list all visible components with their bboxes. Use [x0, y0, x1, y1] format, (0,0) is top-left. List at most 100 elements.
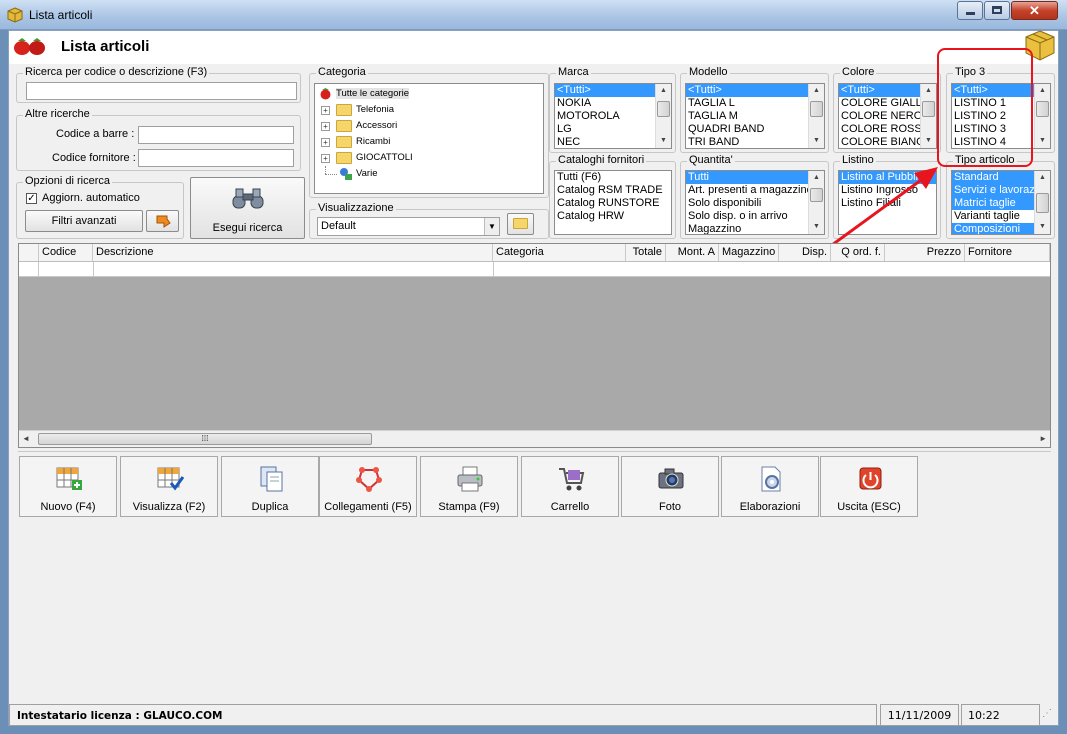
column-header-mont-a[interactable]: Mont. A — [666, 244, 719, 261]
expand-icon[interactable]: + — [321, 106, 330, 115]
cataloghi-label: Cataloghi fornitori — [556, 154, 647, 166]
list-item[interactable]: Tutti (F6) — [555, 171, 671, 184]
view-select[interactable]: Default ▼ — [317, 217, 500, 236]
processing-button-label: Elaborazioni — [739, 501, 801, 513]
expand-icon[interactable]: + — [321, 138, 330, 147]
list-item[interactable]: LG — [555, 123, 671, 136]
list-item[interactable]: Catalog RSM TRADE — [555, 184, 671, 197]
list-item[interactable]: NOKIA — [555, 97, 671, 110]
arrow-action-button[interactable] — [146, 210, 179, 232]
expand-icon[interactable]: + — [321, 122, 330, 131]
grid-new-row[interactable] — [19, 262, 1050, 277]
grid-row-selector[interactable] — [19, 262, 39, 277]
close-button[interactable]: ✕ — [1011, 1, 1058, 20]
scroll-down-icon[interactable]: ▼ — [1035, 220, 1050, 234]
grid-check-icon — [157, 467, 185, 491]
colore-list[interactable]: <Tutti> COLORE GIALLO COLORE NERO COLORE… — [838, 83, 937, 149]
list-item[interactable]: TAGLIA M — [686, 110, 824, 123]
vertical-scrollbar[interactable]: ▲ ▼ — [808, 84, 824, 148]
minimize-button[interactable] — [957, 1, 983, 20]
marca-list[interactable]: <Tutti> NOKIA MOTOROLA LG NEC ▲ ▼ — [554, 83, 672, 149]
column-header-magazzino[interactable]: Magazzino — [719, 244, 779, 261]
scroll-right-icon[interactable]: ► — [1039, 434, 1047, 443]
articles-grid[interactable]: Codice Descrizione Categoria Totale Mont… — [18, 243, 1051, 448]
tree-line — [325, 174, 337, 175]
open-folder-button[interactable] — [507, 213, 534, 235]
photo-button[interactable]: Foto — [621, 456, 719, 517]
scroll-up-icon[interactable]: ▲ — [1035, 171, 1050, 185]
new-button[interactable]: Nuovo (F4) — [19, 456, 117, 517]
list-item[interactable]: QUADRI BAND — [686, 123, 824, 136]
tree-item-label: Ricambi — [356, 136, 391, 147]
run-search-button[interactable]: Esegui ricerca — [190, 177, 305, 239]
resize-grip-icon[interactable]: ⋰ — [1042, 709, 1056, 723]
scroll-thumb[interactable] — [657, 101, 670, 117]
list-item[interactable]: Catalog HRW — [555, 210, 671, 223]
tipo-articolo-list[interactable]: Standard Servizi e lavorazioni Matrici t… — [951, 170, 1051, 235]
list-item[interactable]: MOTOROLA — [555, 110, 671, 123]
modello-list[interactable]: <Tutti> TAGLIA L TAGLIA M QUADRI BAND TR… — [685, 83, 825, 149]
window-titlebar[interactable]: Lista articoli ✕ — [0, 0, 1067, 30]
search-input[interactable] — [26, 82, 297, 100]
column-header-descrizione[interactable]: Descrizione — [93, 244, 493, 261]
scroll-down-icon[interactable]: ▼ — [1035, 134, 1050, 148]
horizontal-scrollbar[interactable]: ◄ ⁞⁞⁞ ► — [19, 430, 1050, 447]
vertical-scrollbar[interactable]: ▲ ▼ — [1034, 84, 1050, 148]
links-button[interactable]: Collegamenti (F5) — [319, 456, 417, 517]
duplicate-button[interactable]: Duplica — [221, 456, 319, 517]
run-search-label: Esegui ricerca — [212, 222, 283, 234]
expand-icon[interactable]: + — [321, 154, 330, 163]
cataloghi-list[interactable]: Tutti (F6) Catalog RSM TRADE Catalog RUN… — [554, 170, 672, 235]
scroll-up-icon[interactable]: ▲ — [809, 84, 824, 98]
scroll-thumb[interactable] — [922, 101, 935, 117]
list-item[interactable]: TRI BAND — [686, 136, 824, 148]
app-box-icon — [7, 7, 23, 23]
maximize-button[interactable] — [984, 1, 1010, 20]
column-header-codice[interactable]: Codice — [39, 244, 93, 261]
column-header-categoria[interactable]: Categoria — [493, 244, 626, 261]
processing-button[interactable]: Elaborazioni — [721, 456, 819, 517]
list-item[interactable]: Catalog RUNSTORE — [555, 197, 671, 210]
folder-icon — [513, 218, 528, 229]
list-item[interactable]: <Tutti> — [555, 84, 671, 97]
scroll-thumb[interactable] — [1036, 101, 1049, 117]
cart-button-label: Carrello — [550, 501, 590, 513]
column-header-totale[interactable]: Totale — [626, 244, 666, 261]
modello-label: Modello — [687, 66, 730, 78]
scroll-thumb[interactable] — [1036, 193, 1049, 213]
supplier-code-input[interactable] — [138, 149, 294, 167]
scroll-down-icon[interactable]: ▼ — [809, 134, 824, 148]
column-header-disp[interactable]: Disp. — [779, 244, 831, 261]
scroll-down-icon[interactable]: ▼ — [656, 134, 671, 148]
scroll-down-icon[interactable]: ▼ — [921, 134, 936, 148]
scroll-up-icon[interactable]: ▲ — [656, 84, 671, 98]
advanced-filters-button[interactable]: Filtri avanzati — [25, 210, 143, 232]
column-header-q-ord-f[interactable]: Q ord. f. — [831, 244, 885, 261]
category-tree[interactable]: Tutte le categorie + Telefonia + Accesso… — [314, 83, 544, 194]
list-item[interactable]: <Tutti> — [686, 84, 824, 97]
cart-button[interactable]: Carrello — [521, 456, 619, 517]
view-button[interactable]: Visualizza (F2) — [120, 456, 218, 517]
column-header-prezzo[interactable]: Prezzo — [885, 244, 965, 261]
folder-icon — [336, 104, 352, 116]
list-item[interactable]: NEC — [555, 136, 671, 148]
window-client: Lista articoli Ricerca per codice o desc… — [8, 30, 1059, 726]
scroll-left-icon[interactable]: ◄ — [22, 434, 30, 443]
scroll-thumb[interactable] — [810, 101, 823, 117]
scroll-up-icon[interactable]: ▲ — [1035, 84, 1050, 98]
auto-update-checkbox[interactable]: ✓ — [26, 193, 37, 204]
barcode-input[interactable] — [138, 126, 294, 144]
other-search-label: Altre ricerche — [23, 108, 92, 120]
scroll-up-icon[interactable]: ▲ — [921, 84, 936, 98]
list-item[interactable]: TAGLIA L — [686, 97, 824, 110]
print-button[interactable]: Stampa (F9) — [420, 456, 518, 517]
exit-button[interactable]: Uscita (ESC) — [820, 456, 918, 517]
vertical-scrollbar[interactable]: ▲ ▼ — [1034, 171, 1050, 234]
close-icon: ✕ — [1029, 3, 1040, 18]
vertical-scrollbar[interactable]: ▲ ▼ — [920, 84, 936, 148]
links-icon — [356, 467, 382, 492]
column-header-fornitore[interactable]: Fornitore — [965, 244, 1050, 261]
dropdown-arrow-icon[interactable]: ▼ — [484, 218, 499, 235]
scroll-thumb[interactable]: ⁞⁞⁞ — [38, 433, 372, 445]
vertical-scrollbar[interactable]: ▲ ▼ — [655, 84, 671, 148]
